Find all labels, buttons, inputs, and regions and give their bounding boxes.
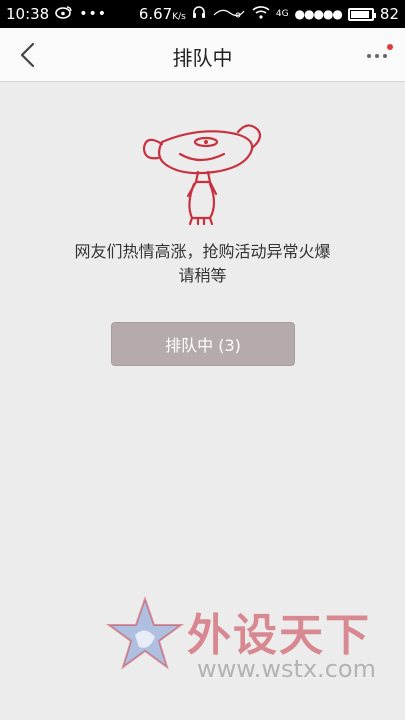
headset-icon: [192, 5, 206, 23]
signal-icon: ●●●●●: [294, 7, 343, 21]
notification-icon: [212, 5, 246, 23]
message-line-1: 网友们热情高涨，抢购活动异常火爆: [74, 242, 331, 261]
battery-level: 82: [379, 5, 399, 23]
star-logo-icon: [105, 595, 185, 670]
watermark: 外设天下 www.wstx.com: [105, 595, 385, 695]
weibo-icon: [55, 5, 73, 23]
battery-icon: [347, 7, 376, 21]
wifi-icon: [252, 5, 270, 23]
watermark-url: www.wstx.com: [197, 655, 376, 683]
network-type: 4G: [275, 9, 289, 19]
network-speed: 6.67K/s: [138, 5, 186, 23]
jd-mascot-illustration: [140, 120, 265, 230]
queue-status-button[interactable]: 排队中 (3): [111, 322, 295, 366]
queue-message: 网友们热情高涨，抢购活动异常火爆 请稍等: [0, 240, 405, 288]
watermark-cn-text: 外设天下: [187, 610, 371, 661]
status-bar: 10:38 ••• 6.67K/s 4G ●●●●● 82: [0, 0, 405, 28]
message-line-2: 请稍等: [178, 266, 227, 285]
overflow-dots-icon: •••: [79, 6, 108, 22]
nav-bar: 排队中: [0, 28, 405, 82]
status-time: 10:38: [6, 5, 50, 23]
page-title: 排队中: [172, 46, 233, 70]
notification-dot: [387, 44, 393, 50]
more-menu-button[interactable]: [363, 42, 393, 68]
more-dots-icon: [367, 44, 393, 58]
